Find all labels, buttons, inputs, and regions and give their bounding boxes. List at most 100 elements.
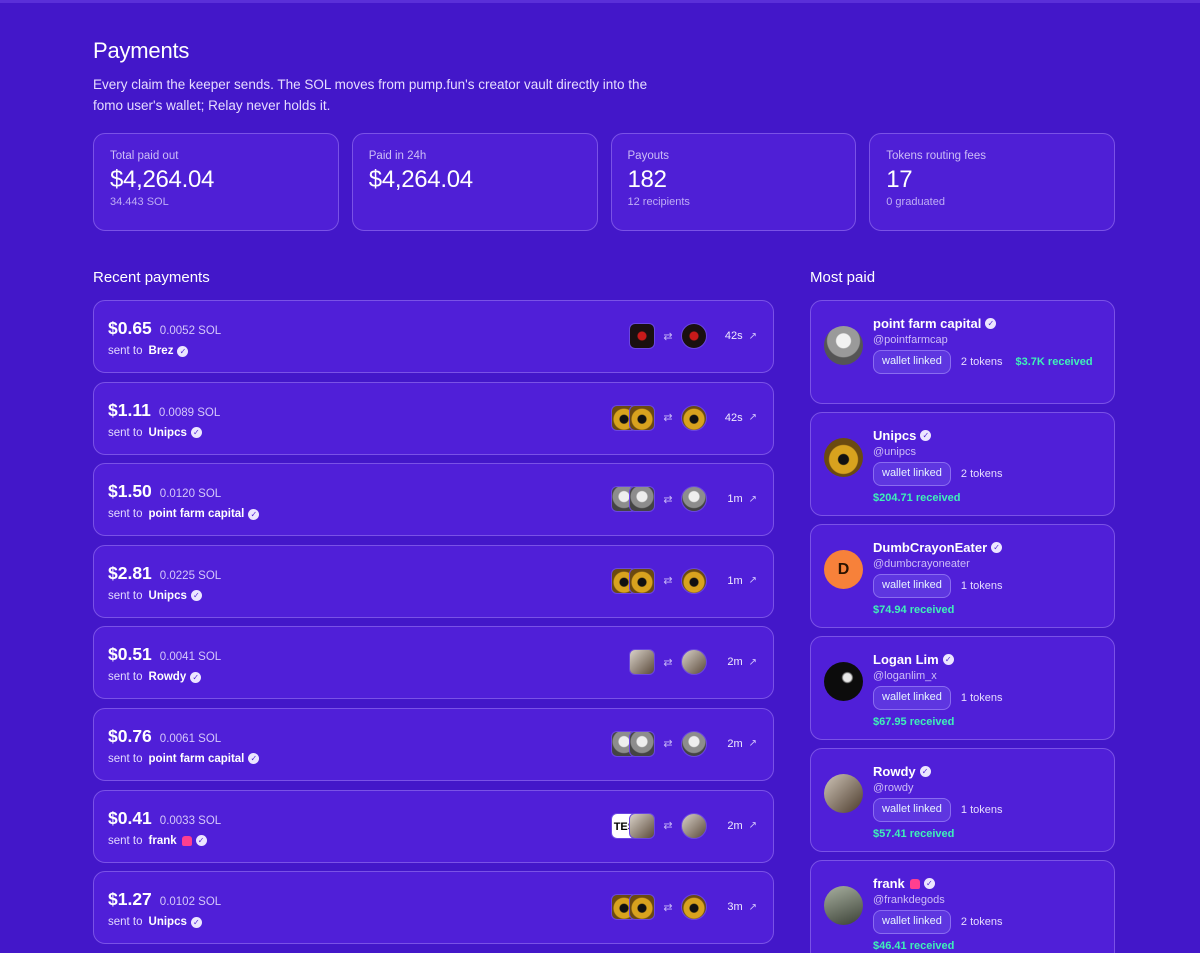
- payment-sol: 0.0102 SOL: [159, 896, 222, 909]
- recipient-avatar[interactable]: [680, 649, 707, 676]
- avatar: [824, 774, 863, 813]
- swap-arrows-icon: ⇄: [663, 656, 673, 669]
- most-paid-card[interactable]: frank ✓ @frankdegods wallet linked 2 tokens $…: [810, 860, 1115, 953]
- payment-row[interactable]: $1.11 0.0089 SOL sent to Unipcs ✓ ⇄ 42s ↗: [93, 381, 774, 455]
- recipient-meta: wallet linked 2 tokens $46.41 received: [873, 910, 1108, 952]
- token-avatar[interactable]: [629, 404, 656, 431]
- stat-sub: 34.443 SOL: [110, 196, 169, 208]
- token-avatar[interactable]: [629, 486, 656, 513]
- recipient-name[interactable]: Brez: [149, 345, 174, 357]
- recipient-name[interactable]: Unipcs: [149, 916, 187, 928]
- wallet-linked-badge: wallet linked: [873, 686, 951, 710]
- wallet-linked-badge: wallet linked: [873, 910, 951, 934]
- swap-arrows-icon: ⇄: [663, 412, 673, 425]
- payment-row[interactable]: $0.41 0.0033 SOL sent to frank ✓ TES ⇄ 2m ↗: [93, 789, 774, 863]
- wallet-linked-badge: wallet linked: [873, 462, 951, 486]
- most-paid-list: point farm capital ✓ @pointfarmcap wallet l…: [810, 300, 1115, 953]
- most-paid-card[interactable]: Rowdy ✓ @rowdy wallet linked 1 tokens $57.41 …: [810, 748, 1115, 852]
- payment-row[interactable]: $0.51 0.0041 SOL sent to Rowdy ✓ ⇄ 2m ↗: [93, 626, 774, 700]
- verified-badge-icon: ✓: [190, 916, 202, 928]
- recipient-name[interactable]: DumbCrayonEater: [873, 540, 987, 555]
- token-stack: TES: [611, 812, 656, 839]
- recipient-name-line: frank ✓: [873, 876, 1114, 891]
- payment-row[interactable]: $1.50 0.0120 SOL sent to point farm capital…: [93, 463, 774, 537]
- recipient-name[interactable]: point farm capital: [149, 508, 245, 520]
- recipient-avatar[interactable]: [680, 404, 707, 431]
- external-link-icon[interactable]: ↗: [749, 820, 757, 831]
- received-amount: $204.71 received: [873, 492, 961, 504]
- stats-row: Total paid out $4,264.04 34.443 SOL Paid…: [93, 133, 1115, 231]
- recipient-name[interactable]: Rowdy: [873, 764, 916, 779]
- external-link-icon[interactable]: ↗: [749, 657, 757, 668]
- stat-value: $4,264.04: [368, 166, 473, 193]
- payment-row[interactable]: $2.81 0.0225 SOL sent to Unipcs ✓ ⇄ 1m ↗: [93, 544, 774, 618]
- received-amount: $46.41 received: [873, 940, 955, 952]
- page-subtitle: Every claim the keeper sends. The SOL mo…: [93, 77, 648, 113]
- stat-value: 182: [627, 166, 667, 193]
- external-link-icon[interactable]: ↗: [749, 575, 757, 586]
- payment-age: 2m: [727, 819, 743, 832]
- external-link-icon[interactable]: ↗: [749, 494, 757, 505]
- recipient-handle: @unipcs: [873, 446, 916, 458]
- recipient-avatar[interactable]: [680, 894, 707, 921]
- payment-route: ⇄ 3m ↗: [611, 894, 757, 921]
- recipient-name[interactable]: Logan Lim: [873, 652, 939, 667]
- recipient-name[interactable]: point farm capital: [873, 316, 981, 331]
- token-count: 1 tokens: [960, 580, 1003, 592]
- payment-sol: 0.0052 SOL: [159, 325, 222, 337]
- external-link-icon[interactable]: ↗: [749, 738, 757, 749]
- payment-age: 42s: [724, 330, 743, 342]
- payment-usd: $1.50: [108, 481, 152, 502]
- most-paid-card[interactable]: Unipcs ✓ @unipcs wallet linked 2 tokens $204.…: [810, 412, 1115, 516]
- token-avatar[interactable]: [629, 649, 656, 676]
- recipient-meta: wallet linked 2 tokens $204.71 received: [873, 462, 1108, 504]
- verified-badge-icon: ✓: [190, 671, 202, 683]
- external-link-icon[interactable]: ↗: [749, 331, 757, 342]
- payment-sol: 0.0061 SOL: [159, 732, 222, 745]
- token-stack: [611, 730, 656, 757]
- recipient-avatar[interactable]: [680, 486, 707, 513]
- payment-row[interactable]: $0.76 0.0061 SOL sent to point farm capital…: [93, 707, 774, 781]
- verified-badge-icon: ✓: [190, 590, 202, 602]
- verified-badge-icon: ✓: [942, 654, 954, 665]
- wallet-linked-badge: wallet linked: [873, 798, 951, 822]
- recipient-avatar[interactable]: [680, 812, 707, 839]
- recipient-name[interactable]: frank: [873, 876, 905, 891]
- external-link-icon[interactable]: ↗: [749, 412, 757, 423]
- payment-row[interactable]: $0.65 0.0052 SOL sent to Brez ✓ ⇄ 42s ↗: [93, 300, 774, 373]
- recipient-name[interactable]: Unipcs: [149, 590, 187, 602]
- token-avatar[interactable]: [629, 567, 656, 594]
- recipient-name[interactable]: Unipcs: [873, 428, 916, 443]
- payment-usd: $0.65: [108, 318, 152, 338]
- recipient-name[interactable]: frank: [149, 835, 177, 847]
- token-stack: [611, 567, 656, 594]
- token-avatar[interactable]: [629, 894, 656, 921]
- token-count: 1 tokens: [960, 804, 1003, 816]
- payment-usd: $2.81: [108, 562, 152, 583]
- avatar: [824, 326, 863, 365]
- recipient-avatar[interactable]: [680, 323, 707, 349]
- verified-badge-icon: ✓: [177, 345, 189, 357]
- recipient-name[interactable]: Rowdy: [149, 671, 187, 683]
- stat-total-paid: Total paid out $4,264.04 34.443 SOL: [93, 133, 339, 231]
- recipient-avatar[interactable]: [680, 730, 707, 757]
- recipient-name-line: DumbCrayonEater ✓: [873, 540, 1114, 555]
- recipient-avatar[interactable]: [680, 567, 707, 594]
- most-paid-card[interactable]: point farm capital ✓ @pointfarmcap wallet l…: [810, 300, 1115, 404]
- most-paid-card[interactable]: D DumbCrayonEater ✓ @dumbcrayoneater wallet …: [810, 524, 1115, 628]
- token-avatar[interactable]: [629, 323, 656, 349]
- token-avatar[interactable]: [629, 730, 656, 757]
- most-paid-title: Most paid: [810, 269, 876, 286]
- recipient-name[interactable]: Unipcs: [149, 427, 187, 439]
- most-paid-card[interactable]: Logan Lim ✓ @loganlim_x wallet linked 1 toke…: [810, 636, 1115, 740]
- token-avatar[interactable]: [629, 812, 656, 839]
- swap-arrows-icon: ⇄: [663, 330, 673, 343]
- stat-sub: 12 recipients: [627, 196, 690, 208]
- recipient-name[interactable]: point farm capital: [149, 753, 245, 765]
- payment-row[interactable]: $1.27 0.0102 SOL sent to Unipcs ✓ ⇄ 3m ↗: [93, 871, 774, 945]
- received-amount: $57.41 received: [873, 828, 955, 840]
- payment-sol: 0.0041 SOL: [159, 651, 222, 664]
- token-stack: [629, 323, 656, 349]
- external-link-icon[interactable]: ↗: [749, 902, 757, 913]
- recipient-name-line: point farm capital ✓: [873, 316, 1114, 331]
